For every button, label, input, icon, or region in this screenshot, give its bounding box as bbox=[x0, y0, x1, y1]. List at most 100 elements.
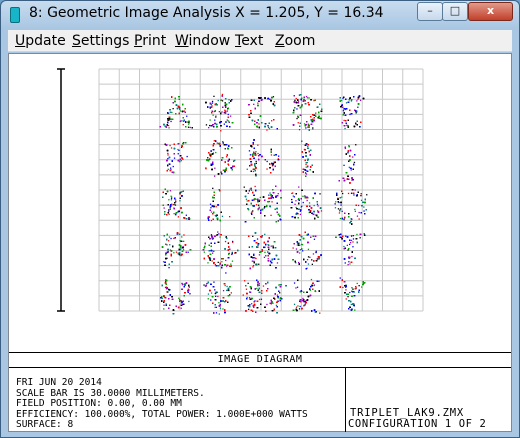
ray-spot bbox=[206, 282, 208, 285]
ray-spot bbox=[205, 124, 208, 126]
ray-spot bbox=[247, 192, 249, 194]
ray-spot bbox=[344, 262, 346, 264]
ray-spot bbox=[306, 97, 309, 99]
ray-spot bbox=[255, 151, 257, 153]
menu-settings[interactable]: Settings bbox=[72, 33, 129, 49]
ray-spot bbox=[275, 304, 278, 306]
ray-spot bbox=[334, 207, 337, 209]
close-button[interactable]: x bbox=[468, 2, 513, 21]
ray-spot bbox=[181, 236, 183, 238]
ray-spot bbox=[298, 261, 300, 264]
ray-spot bbox=[224, 284, 226, 287]
ray-spot bbox=[353, 291, 355, 293]
ray-spot bbox=[277, 297, 279, 299]
ray-spot bbox=[347, 192, 350, 195]
ray-spot bbox=[258, 263, 260, 265]
ray-spot bbox=[255, 162, 257, 164]
ray-spot bbox=[353, 194, 355, 196]
ray-spot bbox=[252, 264, 255, 267]
ray-spot bbox=[173, 213, 175, 215]
ray-spot bbox=[304, 195, 306, 197]
ray-spot bbox=[215, 151, 217, 154]
ray-spot bbox=[180, 300, 182, 302]
ray-spot bbox=[309, 289, 311, 291]
menu-text[interactable]: Text bbox=[235, 33, 263, 49]
ray-spot bbox=[248, 190, 250, 192]
ray-spot bbox=[296, 108, 298, 110]
ray-spot bbox=[258, 204, 260, 206]
ray-spot bbox=[221, 111, 223, 113]
ray-spot bbox=[188, 286, 190, 288]
ray-spot bbox=[207, 298, 209, 300]
ray-spot bbox=[170, 237, 172, 240]
ray-spot bbox=[173, 237, 175, 240]
ray-spot bbox=[250, 189, 253, 191]
ray-spot bbox=[312, 253, 315, 255]
ray-spot bbox=[294, 203, 296, 205]
ray-spot bbox=[296, 117, 298, 120]
ray-spot bbox=[295, 200, 297, 202]
ray-spot bbox=[272, 245, 274, 247]
menu-zoom[interactable]: Zoom bbox=[275, 33, 315, 49]
ray-spot bbox=[298, 186, 300, 188]
ray-spot bbox=[169, 208, 171, 210]
ray-spot bbox=[213, 95, 215, 97]
ray-spot bbox=[186, 155, 188, 158]
ray-spot bbox=[352, 238, 355, 240]
ray-spot bbox=[226, 156, 228, 158]
ray-spot bbox=[179, 200, 181, 202]
ray-spot bbox=[244, 280, 246, 282]
ray-spot bbox=[262, 285, 265, 287]
ray-spot bbox=[305, 173, 308, 175]
ray-spot bbox=[228, 99, 230, 101]
menu-print[interactable]: Print bbox=[134, 33, 166, 49]
ray-spot bbox=[299, 249, 301, 251]
ray-spot bbox=[345, 235, 347, 237]
ray-spot bbox=[225, 259, 227, 262]
ray-spot bbox=[211, 260, 213, 262]
ray-spot bbox=[308, 97, 310, 99]
ray-spot bbox=[347, 296, 349, 298]
ray-spot bbox=[297, 305, 299, 307]
ray-spot bbox=[348, 166, 350, 168]
ray-spot bbox=[305, 95, 308, 98]
ray-spot bbox=[183, 234, 185, 236]
ray-spot bbox=[209, 119, 211, 121]
ray-spot bbox=[343, 164, 345, 166]
minimize-button[interactable]: – bbox=[417, 2, 443, 21]
ray-spot bbox=[354, 189, 356, 191]
ray-spot bbox=[248, 297, 251, 299]
ray-spot bbox=[309, 256, 311, 258]
ray-spot bbox=[269, 192, 271, 194]
ray-spot bbox=[255, 160, 257, 163]
maximize-button[interactable]: □ bbox=[442, 2, 468, 21]
ray-spot bbox=[180, 307, 182, 309]
ray-spot bbox=[308, 202, 311, 204]
ray-spot bbox=[167, 154, 169, 156]
ray-spot bbox=[215, 206, 217, 208]
ray-spot bbox=[318, 280, 320, 282]
ray-spot bbox=[257, 102, 259, 104]
ray-spot bbox=[218, 111, 220, 113]
ray-spot bbox=[210, 219, 213, 222]
ray-spot bbox=[295, 97, 297, 100]
ray-spot bbox=[359, 237, 361, 239]
ray-spot bbox=[214, 289, 216, 291]
ray-spot bbox=[306, 199, 308, 202]
ray-spot bbox=[253, 260, 255, 262]
ray-spot bbox=[276, 294, 279, 296]
ray-spot bbox=[186, 115, 188, 117]
ray-spot bbox=[296, 286, 299, 288]
ray-spot bbox=[343, 119, 345, 122]
ray-spot bbox=[176, 233, 178, 235]
menu-window[interactable]: Window bbox=[175, 33, 230, 49]
app-icon[interactable] bbox=[10, 7, 20, 23]
ray-spot bbox=[189, 293, 191, 295]
ray-spot bbox=[268, 200, 271, 203]
title-bar[interactable]: 8: Geometric Image Analysis X = 1.205, Y… bbox=[1, 1, 519, 29]
ray-spot bbox=[230, 263, 232, 265]
ray-spot bbox=[221, 215, 224, 217]
ray-spot bbox=[299, 252, 301, 254]
menu-update[interactable]: Update bbox=[15, 33, 66, 49]
ray-spot bbox=[162, 261, 165, 263]
